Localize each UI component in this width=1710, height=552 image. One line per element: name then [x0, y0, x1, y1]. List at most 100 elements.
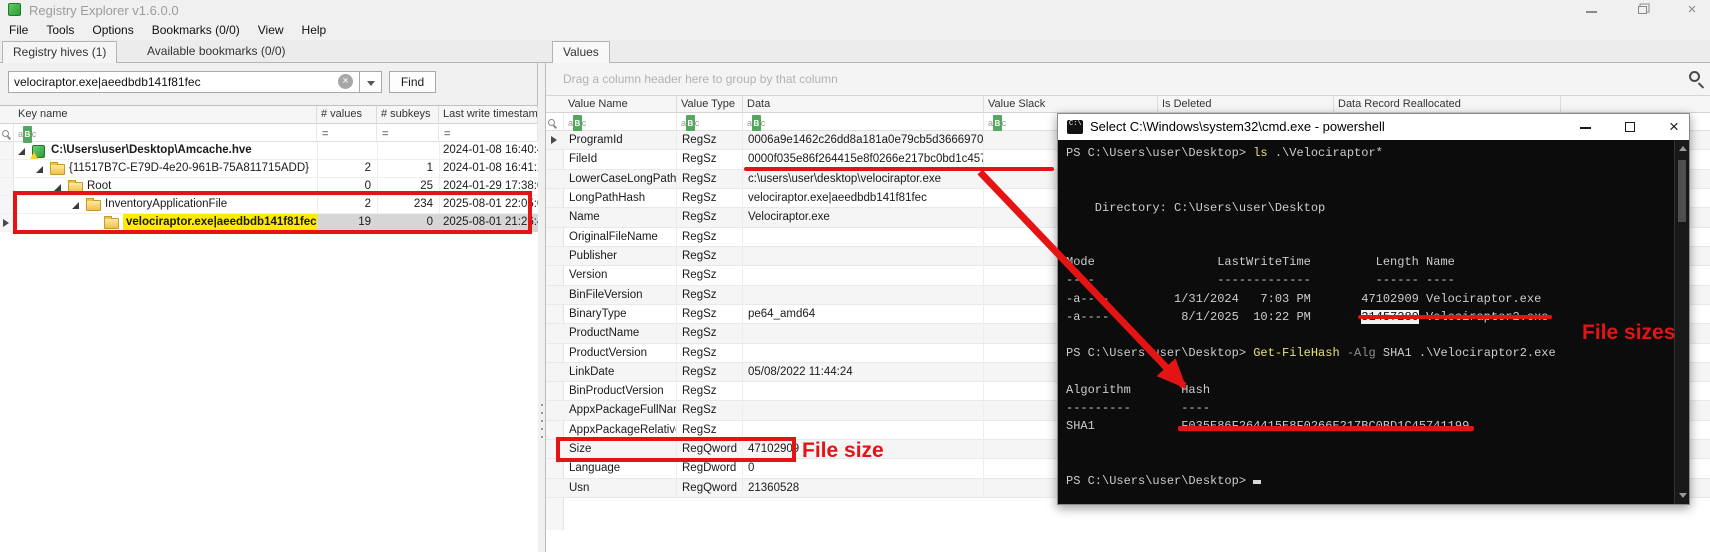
tab-available-bookmarks[interactable]: Available bookmarks (0/0)	[137, 41, 296, 63]
search-dropdown-button[interactable]	[360, 71, 382, 93]
terminal-line: -a---- 8/1/2025 10:22 PM 31457280 Veloci…	[1066, 308, 1666, 326]
terminal-line	[1066, 180, 1666, 198]
tree-column-header[interactable]: # values	[317, 106, 377, 124]
tree-filter-cell[interactable]: =	[377, 124, 439, 142]
value-name-cell: Language	[564, 459, 677, 478]
tree-row[interactable]: Root0252024-01-29 17:38:08	[0, 178, 538, 196]
value-data-cell: 0	[743, 459, 984, 478]
values-column-header[interactable]: Value Slack	[984, 96, 1158, 114]
cmd-maximize-button[interactable]	[1615, 114, 1645, 140]
tree-filter-cell[interactable]: aBc	[14, 124, 317, 142]
key-name: Root	[87, 178, 111, 196]
value-name-cell: AppxPackageRelativeId	[564, 421, 677, 440]
value-data-cell: Velociraptor.exe	[743, 208, 984, 227]
last-write-cell: 2024-01-08 16:41:26	[439, 160, 538, 178]
tree-filter-cell[interactable]: =	[317, 124, 377, 142]
tab-registry-hives[interactable]: Registry hives (1)	[2, 41, 117, 64]
last-write-cell: 2024-01-08 16:40:48	[439, 142, 538, 160]
terminal-line	[1066, 217, 1666, 235]
values-column-header[interactable]: Data	[743, 96, 984, 114]
terminal-line: Directory: C:\Users\user\Desktop	[1066, 199, 1666, 217]
value-type-cell: RegSz	[677, 150, 743, 169]
menu-bar: FileToolsOptionsBookmarks (0/0)ViewHelp	[0, 20, 1710, 40]
tree-filter-cell[interactable]: =	[439, 124, 538, 142]
find-button[interactable]: Find	[389, 71, 436, 93]
clear-search-icon[interactable]: ×	[338, 74, 353, 89]
num-subkeys-cell: 234	[377, 196, 439, 214]
folder-icon	[68, 182, 83, 193]
tree-row[interactable]: velociraptor.exe|aeedbdb141f81fec1902025…	[0, 214, 538, 232]
scroll-thumb	[1678, 160, 1686, 222]
terminal-line: -a---- 1/31/2024 7:03 PM 47102909 Veloci…	[1066, 290, 1666, 308]
tree-column-header[interactable]: Key name	[14, 106, 317, 124]
tree-column-header[interactable]: Last write timestamp	[439, 106, 538, 124]
values-column-header[interactable]: Is Deleted	[1158, 96, 1334, 114]
value-type-cell: RegQword	[677, 440, 743, 459]
group-by-bar[interactable]: Drag a column header here to group by th…	[546, 63, 1710, 95]
terminal-text: Velociraptor2.exe	[1419, 310, 1549, 324]
tab-values[interactable]: Values	[552, 41, 610, 64]
value-type-cell: RegSz	[677, 324, 743, 343]
expand-collapse-icon[interactable]	[18, 148, 25, 155]
search-icon[interactable]	[1689, 71, 1700, 82]
registry-explorer-window: Registry Explorer v1.6.0.0 × FileToolsOp…	[0, 0, 1710, 552]
menu-bookmarks[interactable]: Bookmarks (0/0)	[143, 20, 249, 40]
last-write-cell: 2025-08-01 21:26:49	[439, 214, 538, 232]
menu-options[interactable]: Options	[83, 20, 142, 40]
equals-filter-icon: =	[439, 128, 450, 140]
key-tree: Key name# values# subkeysLast write time…	[0, 105, 538, 552]
value-data-cell: 05/08/2022 11:44:24	[743, 363, 984, 382]
tree-column-header[interactable]: # subkeys	[377, 106, 439, 124]
values-filter-cell[interactable]: aBc	[743, 113, 984, 131]
values-column-header[interactable]: Value Name	[564, 96, 677, 114]
menu-file[interactable]: File	[0, 20, 37, 40]
terminal-line	[1066, 162, 1666, 180]
menu-tools[interactable]: Tools	[37, 20, 83, 40]
minimize-button[interactable]	[1576, 0, 1606, 20]
terminal-text: -a---- 1/31/2024 7:03 PM 47102909 Veloci…	[1066, 292, 1541, 306]
values-column-header[interactable]: Value Type	[677, 96, 743, 114]
tree-row[interactable]: C:\Users\user\Desktop\Amcache.hve 2024-01…	[0, 142, 538, 160]
value-type-cell: RegSz	[677, 421, 743, 440]
terminal-text: SHA1 .\Velociraptor2.exe	[1376, 346, 1556, 360]
terminal-output: PS C:\Users\user\Desktop> ls .\Velocirap…	[1058, 140, 1673, 504]
values-column-header[interactable]: Data Record Reallocated	[1334, 96, 1561, 114]
scroll-up-icon	[1679, 146, 1687, 151]
tree-filter-row: aBc===	[0, 124, 538, 142]
panel-splitter[interactable]	[539, 398, 544, 458]
key-name: C:\Users\user\Desktop\Amcache.hve	[51, 142, 252, 160]
cmd-close-button[interactable]: ×	[1659, 114, 1689, 140]
value-data-cell: pe64_amd64	[743, 305, 984, 324]
expand-collapse-icon[interactable]	[36, 166, 43, 173]
expand-collapse-icon[interactable]	[54, 184, 61, 191]
values-filter-cell[interactable]: aBc	[677, 113, 743, 131]
value-type-cell: RegSz	[677, 401, 743, 420]
equals-filter-icon: =	[317, 128, 328, 140]
values-filter-cell[interactable]: aBc	[564, 113, 677, 131]
terminal-scrollbar[interactable]	[1674, 140, 1689, 504]
restore-button[interactable]	[1627, 0, 1657, 20]
filter-pin-cell	[0, 124, 14, 142]
value-type-cell: RegSz	[677, 286, 743, 305]
menu-view[interactable]: View	[249, 20, 293, 40]
value-type-cell: RegSz	[677, 170, 743, 189]
cmd-icon: C:\	[1067, 120, 1083, 134]
terminal-line: --------- ----	[1066, 399, 1666, 417]
terminal-line: Mode LastWriteTime Length Name	[1066, 253, 1666, 271]
tree-header: Key name# values# subkeysLast write time…	[0, 106, 538, 124]
close-button[interactable]: ×	[1677, 0, 1707, 20]
value-data-cell	[743, 401, 984, 420]
value-data-cell: 0000f035e86f264415e8f0266e217bc0bd1c4574…	[743, 150, 984, 169]
terminal-text: SHA1 F035E86F264415E8F0266E217BC0BD1C457…	[1066, 419, 1469, 433]
value-name-cell: LowerCaseLongPath	[564, 170, 677, 189]
cmd-minimize-button[interactable]	[1570, 114, 1600, 140]
tree-row[interactable]: {11517B7C-E79D-4e20-961B-75A811715ADD}21…	[0, 160, 538, 178]
search-input[interactable]	[8, 71, 360, 93]
num-values-cell: 0	[317, 178, 377, 196]
expand-collapse-icon[interactable]	[72, 202, 79, 209]
menu-help[interactable]: Help	[293, 20, 336, 40]
terminal-text: PS C:\Users\user\Desktop>	[1066, 146, 1253, 160]
tree-row[interactable]: InventoryApplicationFile22342025-08-01 2…	[0, 196, 538, 214]
value-name-cell: Version	[564, 266, 677, 285]
value-name-cell: LinkDate	[564, 363, 677, 382]
